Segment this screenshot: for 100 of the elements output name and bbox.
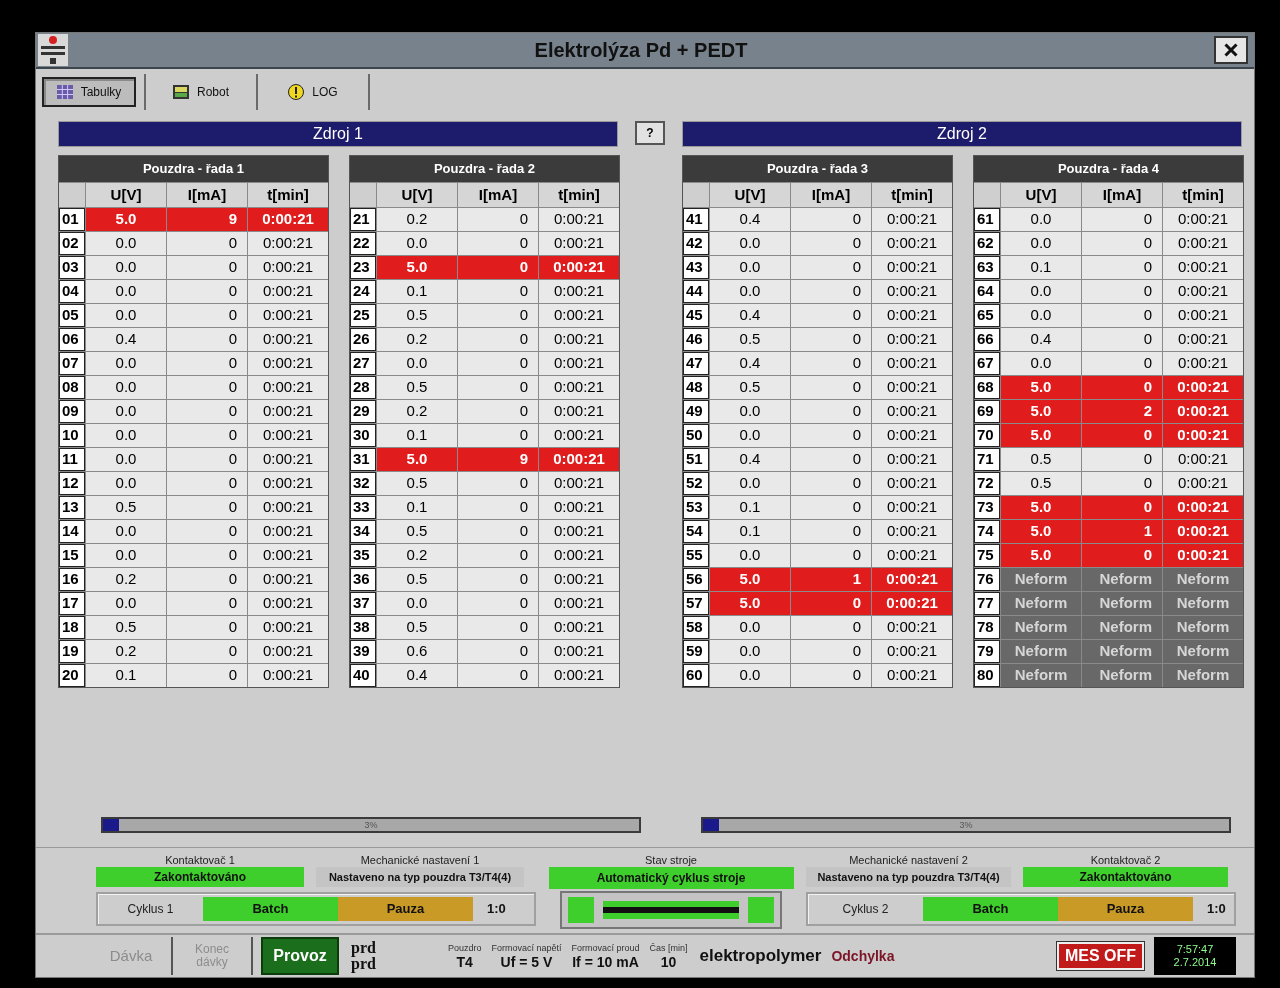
table-cell: 0	[458, 400, 538, 423]
row-number: 17	[59, 592, 85, 615]
warning-icon	[288, 84, 305, 100]
command-button[interactable]: Provoz	[261, 937, 339, 975]
table-cell: 0	[458, 376, 538, 399]
table-cell: 0.0	[86, 520, 166, 543]
table-cell: 0	[167, 424, 247, 447]
source-header: Zdroj 2	[682, 121, 1242, 147]
row-number: 49	[683, 400, 709, 423]
panel-label: Kontaktovač 2	[1089, 853, 1162, 867]
row-number: 58	[683, 616, 709, 639]
table-cell: 0.1	[377, 280, 457, 303]
row-number: 55	[683, 544, 709, 567]
row-number: 19	[59, 640, 85, 663]
table-cell: 0	[791, 472, 871, 495]
column-header: U[V]	[86, 183, 166, 207]
table-cell: Neform	[1001, 664, 1081, 687]
table-cell: 0:00:21	[1163, 544, 1243, 567]
table-cell: 0:00:21	[539, 448, 619, 471]
corner-cell	[350, 183, 376, 207]
table-cell: 0	[458, 616, 538, 639]
table-cell: 0:00:21	[539, 664, 619, 687]
row-number: 38	[350, 616, 376, 639]
row-number: 68	[974, 376, 1000, 399]
row-number: 09	[59, 400, 85, 423]
panel-label: Kontaktovač 1	[164, 853, 236, 867]
parameter-value: T4	[456, 953, 473, 971]
window-title: Elektrolýza Pd + PEDT	[533, 38, 749, 63]
table-cell: 0:00:21	[248, 568, 328, 591]
row-number: 44	[683, 280, 709, 303]
row-number: 28	[350, 376, 376, 399]
table-cell: 0:00:21	[872, 592, 952, 615]
help-button[interactable]: ?	[635, 121, 665, 145]
table-cell: 0	[458, 640, 538, 663]
column-header: t[min]	[1163, 183, 1243, 207]
row-number: 03	[59, 256, 85, 279]
table-cell: 1	[1082, 520, 1162, 543]
mes-button[interactable]: MES OFF	[1056, 942, 1144, 970]
table-cell: 0.1	[377, 424, 457, 447]
clock-time: 7:57:47	[1176, 943, 1214, 956]
table-cell: 0	[791, 616, 871, 639]
table-cell: 0:00:21	[1163, 256, 1243, 279]
table-cell: 0.0	[710, 280, 790, 303]
row-number: 54	[683, 520, 709, 543]
state-indicator: Pauza	[1058, 897, 1193, 921]
cycle-ratio: 1:0	[487, 900, 506, 919]
table-cell: 0.0	[1001, 208, 1081, 231]
table-cell: 0	[1082, 232, 1162, 255]
row-number: 80	[974, 664, 1000, 687]
table-cell: 0.0	[1001, 280, 1081, 303]
table-cell: 0	[167, 544, 247, 567]
table-cell: 0:00:21	[1163, 208, 1243, 231]
table-cell: 0	[791, 664, 871, 687]
row-number: 05	[59, 304, 85, 327]
row-number: 63	[974, 256, 1000, 279]
table-cell: 0.0	[710, 616, 790, 639]
table-cell: 0.5	[377, 472, 457, 495]
table-cell: Neform	[1082, 568, 1162, 591]
row-number: 52	[683, 472, 709, 495]
table-cell: 0:00:21	[248, 400, 328, 423]
table-cell: 0:00:21	[539, 544, 619, 567]
table-cell: Neform	[1001, 616, 1081, 639]
table-cell: 0:00:21	[872, 208, 952, 231]
table-cell: 0:00:21	[1163, 376, 1243, 399]
tab[interactable]: Robot	[154, 77, 248, 107]
row-number: 42	[683, 232, 709, 255]
rail-icon	[603, 901, 739, 919]
table-cell: 0.1	[1001, 256, 1081, 279]
table-cell: 0	[167, 472, 247, 495]
table-cell: 0	[791, 280, 871, 303]
table-cell: 0	[791, 544, 871, 567]
table-cell: 0.0	[1001, 304, 1081, 327]
square-indicator-icon	[568, 897, 594, 923]
table-cell: 0	[1082, 496, 1162, 519]
row-number: 77	[974, 592, 1000, 615]
table-cell: 0:00:21	[872, 256, 952, 279]
table-cell: 5.0	[86, 208, 166, 231]
table-cell: Neform	[1001, 592, 1081, 615]
table-cell: 0:00:21	[539, 280, 619, 303]
table-cell: 0:00:21	[872, 568, 952, 591]
table-cell: 0:00:21	[872, 424, 952, 447]
row-number: 14	[59, 520, 85, 543]
table-cell: 0:00:21	[872, 616, 952, 639]
row-number: 60	[683, 664, 709, 687]
table-cell: 0	[167, 376, 247, 399]
row-number: 30	[350, 424, 376, 447]
note-text: prd	[351, 956, 376, 972]
table-cell: 0.1	[710, 496, 790, 519]
table-cell: 0.0	[377, 592, 457, 615]
cycle-ratio: 1:0	[1207, 900, 1226, 919]
table-cell: 0	[1082, 544, 1162, 567]
close-button[interactable]	[1214, 36, 1248, 64]
table-cell: 0:00:21	[872, 304, 952, 327]
tab[interactable]: LOG	[266, 77, 360, 107]
row-number: 66	[974, 328, 1000, 351]
table-cell: 0:00:21	[539, 520, 619, 543]
row-number: 24	[350, 280, 376, 303]
table-cell: 0	[167, 448, 247, 471]
tab[interactable]: Tabulky	[42, 77, 136, 107]
table-cell: Neform	[1163, 664, 1243, 687]
